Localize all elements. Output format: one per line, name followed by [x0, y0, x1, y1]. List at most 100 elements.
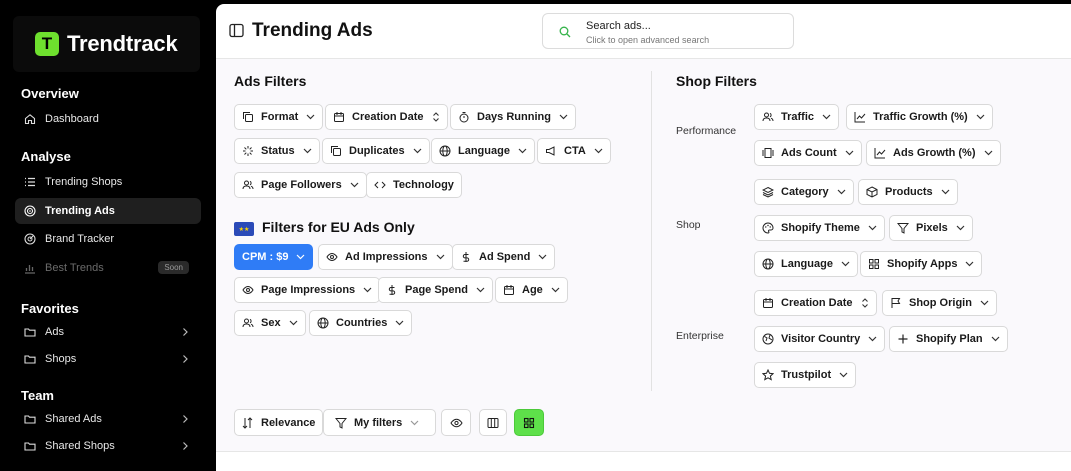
shopify-apps-filter-button[interactable]: Shopify Apps: [860, 251, 983, 277]
page-impressions-filter-button[interactable]: Page Impressions: [234, 277, 381, 303]
top-bar: Trending Ads Search ads... Click to open…: [216, 4, 1071, 59]
cta-filter-button[interactable]: CTA: [537, 138, 611, 164]
button-label: Language: [458, 145, 510, 157]
sidebar-item-dashboard[interactable]: Dashboard: [15, 106, 201, 132]
sidebar-item-shared-shops[interactable]: Shared Shops: [15, 433, 201, 459]
sidebar-item-label: Brand Tracker: [45, 233, 115, 245]
ads-count-filter-button[interactable]: Ads Count: [754, 140, 862, 166]
sidebar-item-ads[interactable]: Ads: [15, 319, 201, 345]
sidebar-item-label: Ads: [45, 326, 64, 338]
sidebar-item-trending-ads[interactable]: Trending Ads: [15, 198, 201, 224]
language-filter-button[interactable]: Language: [431, 138, 535, 164]
my-filters-button[interactable]: My filters: [323, 409, 436, 436]
chevron-down-icon: [941, 189, 950, 195]
button-label: Age: [522, 284, 543, 296]
visitor-country-filter-button[interactable]: Visitor Country: [754, 326, 886, 352]
ad-impressions-filter-button[interactable]: Ad Impressions: [318, 244, 453, 270]
globe-icon: [317, 317, 329, 329]
chevron-down-icon: [822, 114, 831, 120]
dollar-icon: [460, 251, 472, 263]
section-team-title: Team: [21, 388, 54, 403]
section-divider: [651, 71, 652, 391]
globe-pin-icon: [762, 333, 774, 345]
chevron-down-icon: [551, 287, 560, 293]
plus-icon: [897, 333, 909, 345]
ads-growth-filter-button[interactable]: Ads Growth (%): [866, 140, 1001, 166]
button-label: Shopify Theme: [781, 222, 860, 234]
button-label: Relevance: [261, 416, 316, 429]
sort-relevance-button[interactable]: Relevance: [234, 409, 324, 436]
shop-language-filter-button[interactable]: Language: [754, 251, 858, 277]
category-filter-button[interactable]: Category: [754, 179, 854, 205]
search-input[interactable]: Search ads... Click to open advanced sea…: [542, 13, 794, 49]
duplicates-filter-button[interactable]: Duplicates: [322, 138, 430, 164]
chevron-down-icon: [837, 189, 846, 195]
ad-spend-filter-button[interactable]: Ad Spend: [452, 244, 556, 270]
section-analyse-title: Analyse: [21, 149, 71, 164]
sidebar: T Trendtrack Overview Dashboard Analyse …: [0, 0, 216, 471]
chevron-down-icon: [980, 300, 989, 306]
chevron-down-icon: [363, 287, 372, 293]
group-enterprise-label: Enterprise: [676, 330, 724, 342]
button-label: Sex: [261, 317, 281, 329]
cpm-filter-button[interactable]: CPM : $9: [234, 244, 314, 270]
button-label: Products: [885, 186, 933, 198]
shop-origin-filter-button[interactable]: Shop Origin: [882, 290, 997, 316]
sidebar-item-trending-shops[interactable]: Trending Shops: [15, 169, 201, 195]
days-running-filter-button[interactable]: Days Running: [450, 104, 576, 130]
apps-grid-icon: [868, 258, 880, 270]
button-label: Traffic: [781, 111, 815, 123]
chevron-right-icon: [181, 327, 189, 337]
chevron-down-icon: [965, 261, 974, 267]
grid-view-button[interactable]: [514, 409, 544, 436]
page-spend-filter-button[interactable]: Page Spend: [378, 277, 493, 303]
age-filter-button[interactable]: Age: [495, 277, 568, 303]
chevron-down-icon: [991, 336, 1000, 342]
chevron-down-icon: [868, 336, 877, 342]
filters-area: Ads Filters Shop Filters Format Creation…: [216, 59, 1071, 451]
chevron-down-icon: [306, 114, 315, 120]
brand-logo[interactable]: T Trendtrack: [13, 16, 200, 72]
calendar-icon: [762, 297, 774, 309]
button-label: Ads Count: [781, 147, 837, 159]
technology-filter-button[interactable]: Technology: [366, 172, 462, 198]
status-filter-button[interactable]: Status: [234, 138, 320, 164]
button-label: Days Running: [477, 111, 551, 123]
traffic-growth-filter-button[interactable]: Traffic Growth (%): [846, 104, 993, 130]
countries-filter-button[interactable]: Countries: [309, 310, 413, 336]
sidebar-item-shared-ads[interactable]: Shared Ads: [15, 406, 201, 432]
sidebar-item-label: Trending Ads: [45, 205, 115, 217]
columns-view-button[interactable]: [479, 409, 507, 436]
pixels-filter-button[interactable]: Pixels: [889, 215, 973, 241]
button-label: Creation Date: [352, 111, 424, 123]
palette-icon: [762, 222, 774, 234]
group-shop-label: Shop: [676, 219, 701, 231]
creation-date-filter-button[interactable]: Creation Date: [325, 104, 448, 130]
sidebar-item-shops[interactable]: Shops: [15, 346, 201, 372]
sidebar-item-brand-tracker[interactable]: Brand Tracker: [15, 226, 201, 252]
button-label: Format: [261, 111, 299, 123]
shopify-plan-filter-button[interactable]: Shopify Plan: [889, 326, 1008, 352]
shop-creation-date-filter-button[interactable]: Creation Date: [754, 290, 877, 316]
toggle-visibility-button[interactable]: [441, 409, 471, 436]
grid-icon: [523, 417, 535, 429]
button-label: CTA: [564, 145, 586, 157]
sidebar-item-label: Shared Ads: [45, 413, 102, 425]
format-filter-button[interactable]: Format: [234, 104, 324, 130]
shopify-theme-filter-button[interactable]: Shopify Theme: [754, 215, 885, 241]
chart-icon: [24, 262, 36, 274]
sex-filter-button[interactable]: Sex: [234, 310, 306, 336]
code-icon: [374, 179, 386, 191]
sidebar-toggle-icon[interactable]: [229, 23, 244, 38]
folder-icon: [24, 326, 36, 338]
chevron-down-icon: [303, 148, 312, 154]
trustpilot-filter-button[interactable]: Trustpilot: [754, 362, 857, 388]
traffic-filter-button[interactable]: Traffic: [754, 104, 840, 130]
button-label: Creation Date: [781, 297, 853, 309]
flag-icon: [890, 297, 902, 309]
products-filter-button[interactable]: Products: [858, 179, 958, 205]
users-icon: [762, 111, 774, 123]
eye-icon: [326, 251, 338, 263]
page-followers-filter-button[interactable]: Page Followers: [234, 172, 367, 198]
trend-line-icon: [874, 147, 886, 159]
